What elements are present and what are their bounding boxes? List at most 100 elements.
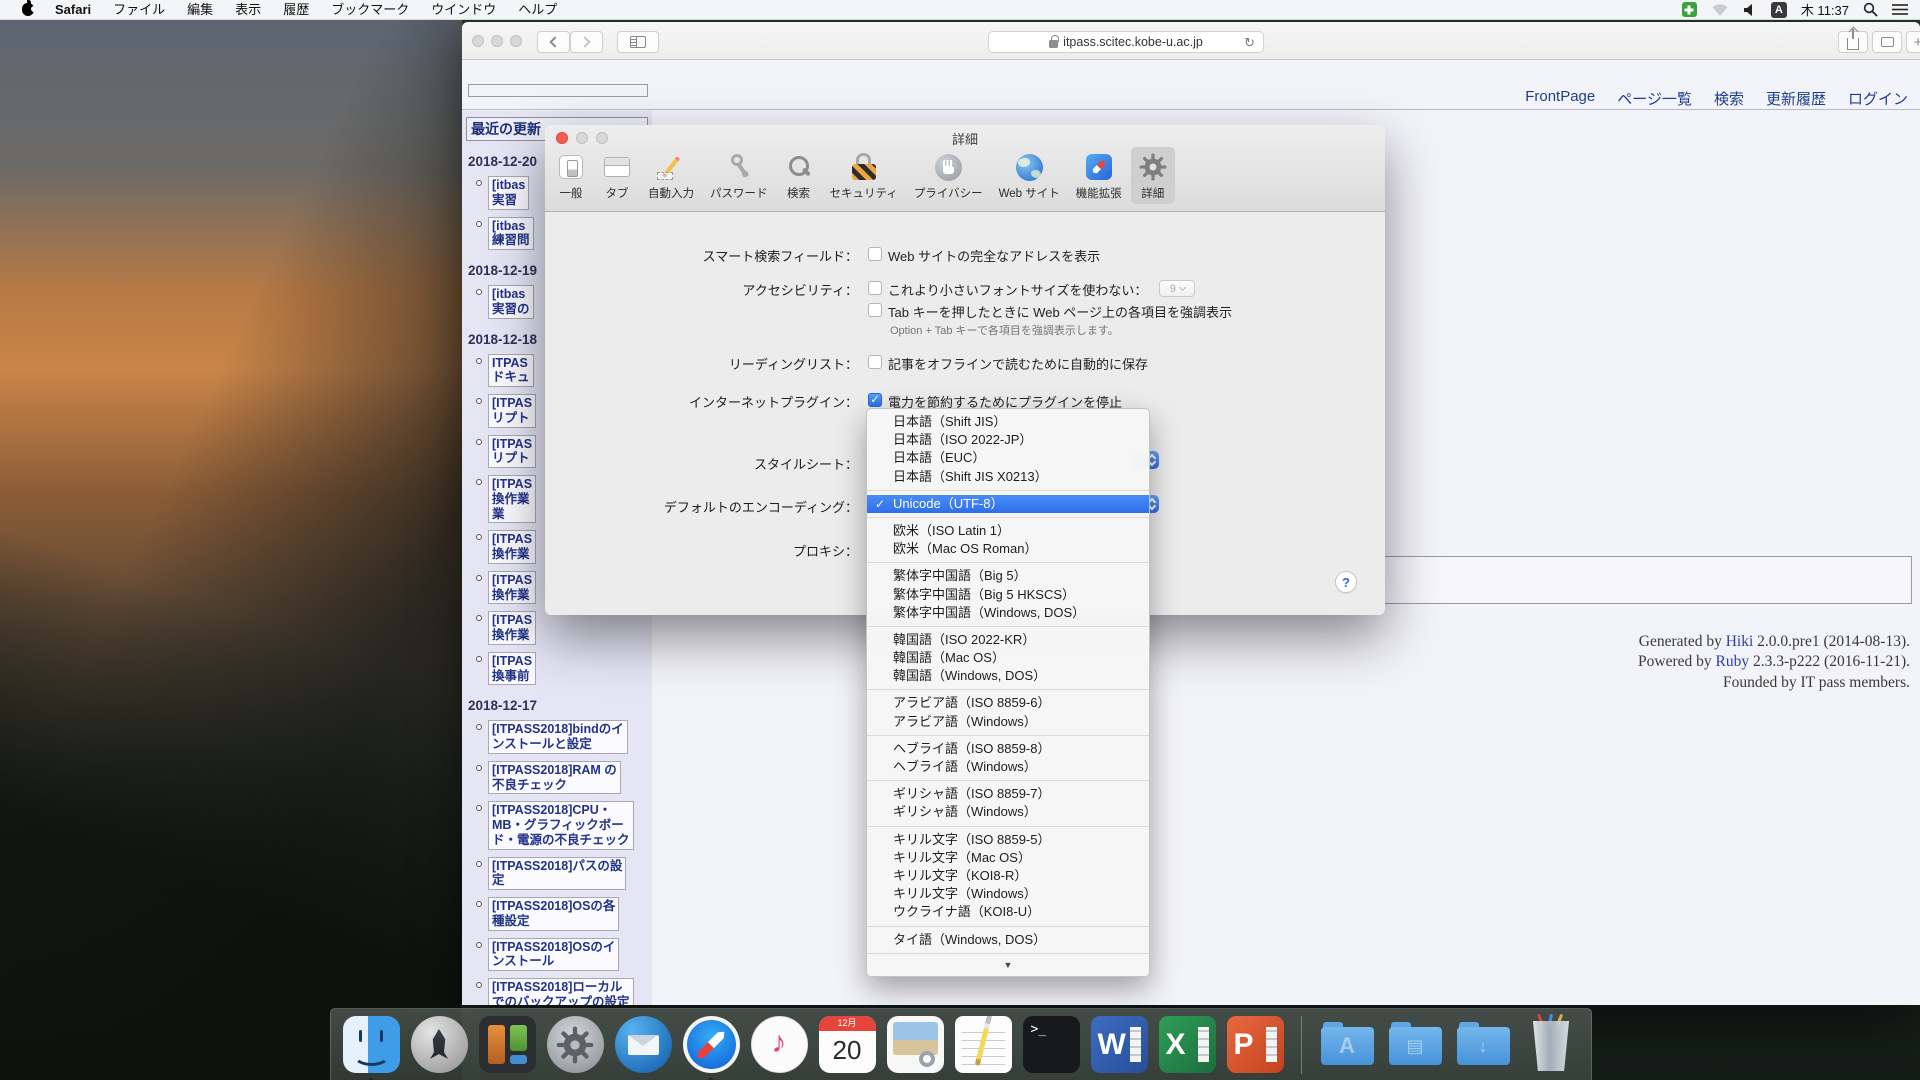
apple-menu[interactable] xyxy=(10,3,44,16)
sidebar-link[interactable]: [ITPASS2018]RAM の不良チェック xyxy=(488,761,621,795)
sidebar-link[interactable]: [ITPASS2018]bindのインストールと設定 xyxy=(488,720,628,754)
encoding-option[interactable]: ウクライナ語（KOI8-U） xyxy=(867,903,1149,921)
sidebar-link[interactable]: ITPASドキュ xyxy=(488,354,534,388)
menu-item-1[interactable]: 編集 xyxy=(176,0,224,20)
wifi-icon[interactable] xyxy=(1711,3,1729,17)
menu-item-3[interactable]: 履歴 xyxy=(272,0,320,20)
url-field[interactable]: itpass.scitec.kobe-u.ac.jp ↻ xyxy=(988,31,1264,53)
sidebar-link[interactable]: [ITPAS換事前 xyxy=(488,652,536,686)
sidebar-link[interactable]: [ITPASリプト xyxy=(488,435,536,469)
min-font-size-checkbox-label[interactable]: これより小さいフォントサイズを使わない： xyxy=(888,280,1147,299)
encoding-option[interactable]: 韓国語（Mac OS） xyxy=(867,649,1149,667)
encoding-option[interactable]: タイ語（Windows, DOS） xyxy=(867,931,1149,949)
sidebar-link[interactable]: [itbas実習の xyxy=(488,285,534,319)
menu-item-5[interactable]: ウインドウ xyxy=(420,0,507,20)
tab-highlight-checkbox[interactable] xyxy=(868,303,882,317)
dock-item-finder[interactable] xyxy=(343,1016,400,1073)
sidebar-link[interactable]: [itbas練習問 xyxy=(488,217,534,251)
menu-item-6[interactable]: ヘルプ xyxy=(507,0,568,20)
dock-item-tiles-app[interactable] xyxy=(479,1016,536,1073)
sidebar-link[interactable]: [ITPASS2018]OSのインストール xyxy=(488,938,619,972)
encoding-option[interactable]: ギリシャ語（Windows） xyxy=(867,803,1149,821)
encoding-option[interactable]: アラビア語（ISO 8859-6） xyxy=(867,694,1149,712)
tab-highlight-checkbox-label[interactable]: Tab キーを押したときに Web ページ上の各項目を強調表示 xyxy=(888,302,1232,321)
sidebar-link[interactable]: [ITPASS2018]ローカルでのバックアップの設定 xyxy=(488,978,634,1005)
sidebar-link[interactable]: [ITPASS2018]CPU・MB・グラフィックボード・電源の不良チェック xyxy=(488,801,634,849)
sidebar-link[interactable]: [ITPAS換作業 xyxy=(488,530,536,564)
encoding-option[interactable]: 韓国語（ISO 2022-KR） xyxy=(867,631,1149,649)
prefs-tab-tabs[interactable]: タブ xyxy=(595,147,639,204)
dock-item-applications-folder[interactable]: A xyxy=(1319,1016,1376,1073)
encoding-option[interactable]: 繁体字中国語（Big 5 HKSCS） xyxy=(867,586,1149,604)
dock-item-calendar[interactable]: 12月20 xyxy=(819,1016,876,1073)
spotlight-search-icon[interactable] xyxy=(1863,2,1878,17)
notification-center-icon[interactable] xyxy=(1892,3,1908,16)
footer-link-ruby[interactable]: Ruby xyxy=(1716,653,1750,670)
nav-link-2[interactable]: 検索 xyxy=(1714,88,1744,109)
dock-item-launchpad[interactable] xyxy=(411,1016,468,1073)
reading-list-checkbox-label[interactable]: 記事をオフラインで読むために自動的に保存 xyxy=(888,354,1148,373)
forward-button[interactable] xyxy=(570,31,603,53)
new-tab-button[interactable]: + xyxy=(1906,31,1920,53)
dock-item-preview[interactable] xyxy=(887,1016,944,1073)
sidebar-link[interactable]: [ITPASS2018]OSの各種設定 xyxy=(488,897,619,931)
prefs-tab-websites[interactable]: Web サイト xyxy=(992,147,1067,204)
prefs-tab-autofill[interactable]: 自動入力 xyxy=(641,147,701,204)
dock-item-thunderbird[interactable] xyxy=(615,1016,672,1073)
encoding-option[interactable]: 欧米（Mac OS Roman） xyxy=(867,540,1149,558)
footer-link-hiki[interactable]: Hiki xyxy=(1726,633,1754,650)
encoding-option[interactable]: ヘブライ語（Windows） xyxy=(867,758,1149,776)
encoding-option[interactable]: キリル文字（ISO 8859-5） xyxy=(867,831,1149,849)
sidebar-link[interactable]: [ITPAS換作業業 xyxy=(488,475,536,523)
encoding-option[interactable]: 欧米（ISO Latin 1） xyxy=(867,522,1149,540)
help-button[interactable]: ? xyxy=(1335,571,1357,593)
menu-scroll-down-arrow[interactable]: ▼ xyxy=(867,958,1149,972)
status-green-app-icon[interactable] xyxy=(1682,2,1697,17)
dock-item-excel[interactable]: X xyxy=(1159,1016,1216,1073)
plugins-checkbox[interactable]: ✓ xyxy=(868,393,882,407)
menu-item-2[interactable]: 表示 xyxy=(224,0,272,20)
close-button[interactable] xyxy=(472,35,484,47)
dock-item-powerpoint[interactable]: P xyxy=(1227,1016,1284,1073)
back-button[interactable] xyxy=(537,31,570,53)
encoding-option[interactable]: アラビア語（Windows） xyxy=(867,713,1149,731)
encoding-option[interactable]: ギリシャ語（ISO 8859-7） xyxy=(867,785,1149,803)
menu-app-safari[interactable]: Safari xyxy=(44,0,102,20)
smart-search-checkbox[interactable] xyxy=(868,247,882,261)
encoding-option[interactable]: 日本語（Shift JIS） xyxy=(867,413,1149,431)
sidebar-link[interactable]: [ITPASリプト xyxy=(488,394,536,428)
prefs-tab-privacy[interactable]: プライバシー xyxy=(907,147,990,204)
nav-link-1[interactable]: ページ一覧 xyxy=(1617,88,1692,109)
share-button[interactable] xyxy=(1838,31,1868,53)
prefs-tab-extensions[interactable]: 機能拡張 xyxy=(1069,147,1129,204)
dock-item-system-preferences[interactable] xyxy=(547,1016,604,1073)
encoding-option[interactable]: 韓国語（Windows, DOS） xyxy=(867,667,1149,685)
encoding-option[interactable]: 日本語（ISO 2022-JP） xyxy=(867,431,1149,449)
dock-item-word[interactable]: W xyxy=(1091,1016,1148,1073)
dock-item-documents-folder[interactable]: ▤ xyxy=(1387,1016,1444,1073)
prefs-tab-security[interactable]: セキュリティ xyxy=(823,147,905,204)
encoding-option[interactable]: ヘブライ語（ISO 8859-8） xyxy=(867,740,1149,758)
encoding-option[interactable]: キリル文字（Mac OS） xyxy=(867,849,1149,867)
encoding-option[interactable]: 日本語（EUC） xyxy=(867,449,1149,467)
encoding-option[interactable]: キリル文字（Windows） xyxy=(867,885,1149,903)
prefs-tab-password[interactable]: パスワード xyxy=(703,147,775,204)
encoding-option[interactable]: 日本語（Shift JIS X0213） xyxy=(867,468,1149,486)
window-controls[interactable] xyxy=(472,35,522,47)
dock-item-trash[interactable] xyxy=(1523,1016,1580,1073)
encoding-option[interactable]: 繁体字中国語（Windows, DOS） xyxy=(867,604,1149,622)
menu-item-4[interactable]: ブックマーク xyxy=(320,0,420,20)
show-all-tabs-button[interactable] xyxy=(1872,31,1902,53)
sidebar-link[interactable]: [itbas実習 xyxy=(488,176,529,210)
nav-link-4[interactable]: ログイン xyxy=(1848,88,1908,109)
sidebar-toggle-button[interactable] xyxy=(617,31,659,53)
smart-search-checkbox-label[interactable]: Web サイトの完全なアドレスを表示 xyxy=(888,246,1100,265)
min-font-size-checkbox[interactable] xyxy=(868,281,882,295)
prefs-tab-advanced[interactable]: 詳細 xyxy=(1131,147,1175,204)
nav-link-0[interactable]: FrontPage xyxy=(1525,88,1595,109)
encoding-option[interactable]: キリル文字（KOI8-R） xyxy=(867,867,1149,885)
minimize-button[interactable] xyxy=(491,35,503,47)
dock-item-notes[interactable] xyxy=(955,1016,1012,1073)
menu-clock[interactable]: 木 11:37 xyxy=(1801,0,1849,19)
input-method-indicator[interactable]: A xyxy=(1771,2,1787,18)
